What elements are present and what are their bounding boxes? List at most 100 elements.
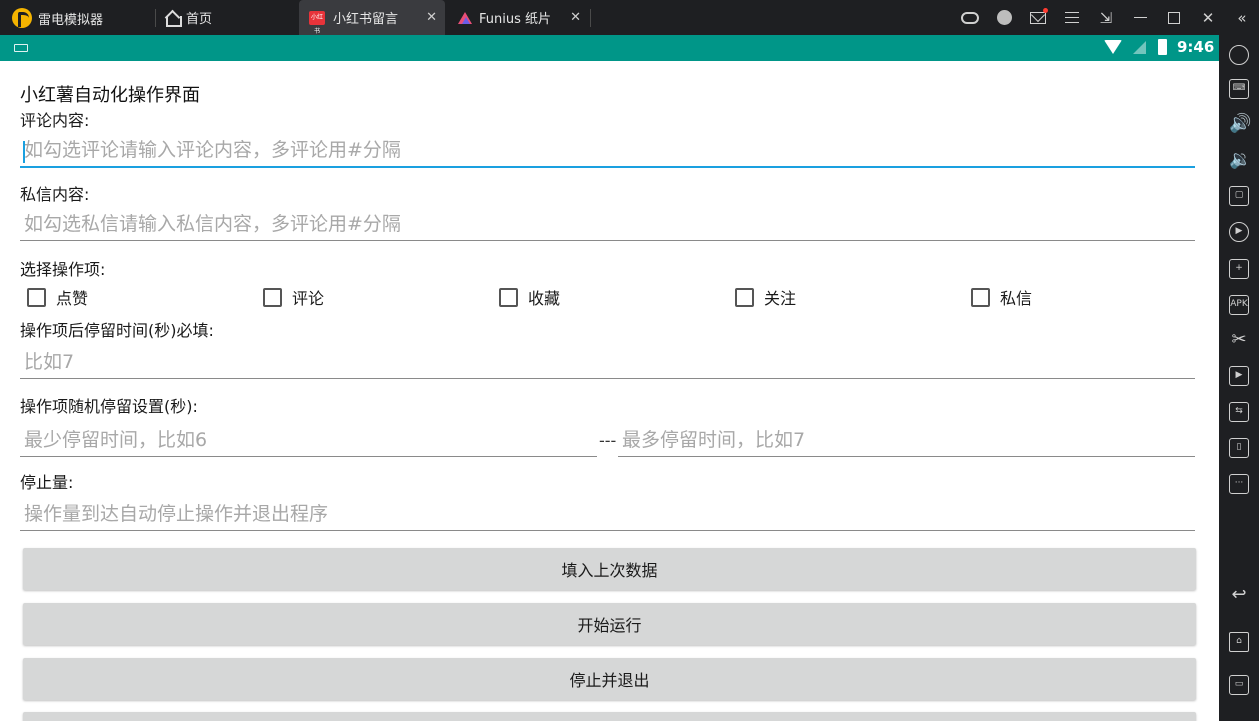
settings-gear-icon[interactable]	[1229, 45, 1249, 65]
video-record-icon[interactable]: ▶	[1229, 366, 1249, 386]
checkbox-follow[interactable]: 关注	[735, 285, 796, 309]
shake-icon[interactable]: ▯	[1229, 438, 1249, 458]
home-icon	[164, 10, 182, 27]
apk-install-icon[interactable]: APK	[1229, 295, 1249, 315]
comment-field	[20, 134, 1195, 168]
random-max-input[interactable]	[618, 423, 1195, 456]
tab-funius[interactable]: Funius 纸片 ✕	[453, 0, 589, 35]
mail-icon	[1030, 11, 1046, 24]
checkbox-favorite[interactable]: 收藏	[499, 285, 560, 309]
checkbox-box[interactable]	[27, 287, 46, 307]
emulator-title-bar: 雷电模拟器 首页 小红书 小红书留言 ✕ Funius 纸片 ✕ ⇲ ✕ «	[0, 0, 1259, 35]
keyboard-mapping-icon[interactable]: ⌨	[1229, 79, 1249, 99]
close-tab-icon[interactable]: ✕	[426, 10, 437, 25]
close-icon: ✕	[1201, 8, 1215, 27]
xiaohongshu-app-icon: 小红书	[309, 10, 325, 35]
tab-xiaohongshu[interactable]: 小红书 小红书留言 ✕	[299, 0, 445, 35]
pm-input[interactable]	[20, 207, 1195, 240]
fullscreen-icon[interactable]: ▢	[1229, 186, 1249, 206]
maximize-icon	[1168, 11, 1180, 24]
emulator-app-name: 雷电模拟器	[38, 13, 104, 28]
checkbox-box[interactable]	[971, 287, 990, 307]
menu-button[interactable]	[1055, 0, 1089, 35]
checkbox-box[interactable]	[499, 287, 518, 307]
range-separator: ---	[599, 431, 617, 450]
checkbox-label: 关注	[764, 289, 797, 308]
tab-home[interactable]: 首页	[164, 0, 212, 35]
sync-icon[interactable]: ⇆	[1229, 402, 1249, 422]
add-window-icon[interactable]: +	[1229, 259, 1249, 279]
checkbox-label: 点赞	[56, 289, 89, 308]
maximize-button[interactable]	[1157, 0, 1191, 35]
stop-exit-button[interactable]: 停止并退出	[23, 658, 1196, 700]
checkbox-message[interactable]: 私信	[971, 285, 1032, 309]
volume-up-icon[interactable]: 🔊	[1229, 114, 1251, 134]
stay-time-input[interactable]	[20, 345, 1195, 378]
status-clock: 9:46	[1177, 38, 1215, 56]
stay-time-label: 操作项后停留时间(秒)必填:	[20, 321, 214, 340]
wifi-icon	[1104, 40, 1122, 54]
pm-field	[20, 207, 1195, 241]
minimize-icon	[1133, 17, 1147, 18]
window-controls: ⇲ ✕ «	[953, 0, 1259, 35]
notification-dot	[1043, 8, 1048, 13]
page-title: 小红薯自动化操作界面	[20, 85, 200, 106]
checkbox-box[interactable]	[735, 287, 754, 307]
menu-icon	[1065, 12, 1079, 23]
compact-mode-button[interactable]: ⇲	[1089, 0, 1123, 35]
tab-home-label: 首页	[186, 12, 213, 27]
start-button[interactable]: 开始运行	[23, 603, 1196, 645]
checkbox-label: 私信	[1000, 289, 1033, 308]
text-cursor	[23, 141, 25, 163]
android-status-bar: 9:46	[0, 35, 1219, 61]
checkbox-label: 收藏	[528, 289, 561, 308]
pm-label: 私信内容:	[20, 185, 90, 204]
random-max-field	[618, 423, 1195, 457]
emulator-logo-icon	[12, 8, 32, 28]
emulator-side-toolbar: ⌨ 🔊 🔉 ▢ ▶ + APK ✂ ▶ ⇆ ▯ ··· ↩ ⌂ ▭	[1219, 35, 1259, 721]
comment-label: 评论内容:	[20, 111, 90, 130]
messages-button[interactable]	[1021, 0, 1055, 35]
comment-input[interactable]	[20, 134, 1195, 166]
double-chevron-left-icon: «	[1237, 8, 1247, 27]
partial-button[interactable]	[23, 712, 1196, 721]
tab-divider	[590, 9, 591, 27]
account-button[interactable]	[987, 0, 1021, 35]
ops-label: 选择操作项:	[20, 260, 106, 279]
stop-count-input[interactable]	[20, 497, 1195, 530]
back-icon[interactable]: ↩	[1229, 585, 1249, 605]
checkbox-box[interactable]	[263, 287, 282, 307]
scissors-icon[interactable]: ✂	[1229, 330, 1249, 350]
signal-icon	[1133, 41, 1146, 54]
checkbox-label: 评论	[292, 289, 325, 308]
minimize-button[interactable]	[1123, 0, 1157, 35]
collapse-sidebar-button[interactable]: «	[1225, 0, 1259, 35]
stop-count-label: 停止量:	[20, 473, 74, 492]
gamepad-button[interactable]	[953, 0, 987, 35]
funius-app-icon	[457, 11, 473, 25]
tab-funius-label: Funius 纸片	[479, 12, 552, 27]
checkbox-like[interactable]: 点赞	[27, 285, 88, 309]
keyboard-icon	[14, 44, 28, 52]
more-icon[interactable]: ···	[1229, 474, 1249, 494]
random-min-field	[20, 423, 597, 457]
avatar-icon	[996, 10, 1012, 25]
volume-down-icon[interactable]: 🔉	[1229, 150, 1251, 170]
stop-count-field	[20, 497, 1195, 531]
home-nav-icon[interactable]: ⌂	[1229, 632, 1249, 652]
recent-apps-icon[interactable]: ▭	[1229, 675, 1249, 695]
android-screen: 9:46 小红薯自动化操作界面 评论内容: 私信内容: 选择操作项: 点赞 评论…	[0, 35, 1219, 721]
random-min-input[interactable]	[20, 423, 597, 456]
gamepad-icon	[961, 11, 979, 24]
close-tab-icon[interactable]: ✕	[570, 10, 581, 25]
random-stay-label: 操作项随机停留设置(秒):	[20, 397, 198, 416]
record-play-icon[interactable]: ▶	[1229, 222, 1249, 242]
expand-arrow-icon: ⇲	[1099, 8, 1113, 27]
checkbox-comment[interactable]: 评论	[263, 285, 324, 309]
close-window-button[interactable]: ✕	[1191, 0, 1225, 35]
stay-time-field	[20, 345, 1195, 379]
fill-last-data-button[interactable]: 填入上次数据	[23, 548, 1196, 590]
tab-xiaohongshu-label: 小红书留言	[333, 12, 399, 27]
tab-divider	[155, 9, 156, 27]
battery-icon	[1158, 39, 1167, 55]
